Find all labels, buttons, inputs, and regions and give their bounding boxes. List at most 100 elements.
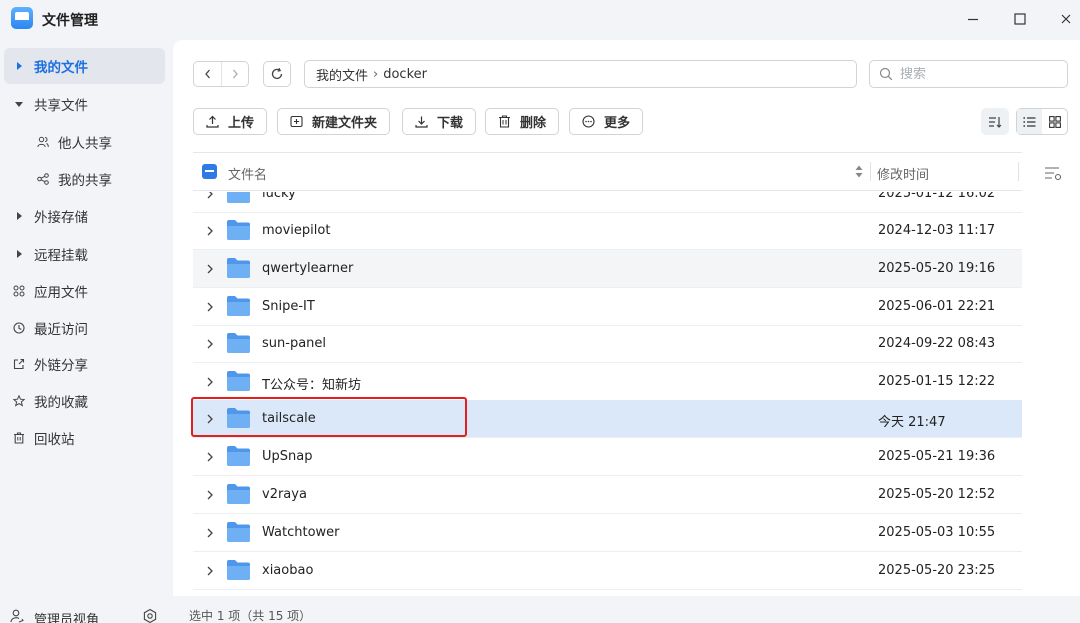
chevron-right-icon — [233, 69, 238, 79]
back-button[interactable] — [194, 62, 221, 86]
chevron-right-icon[interactable] — [206, 301, 214, 313]
column-divider[interactable] — [870, 162, 871, 181]
sidebar-item-label: 我的文件 — [34, 60, 88, 76]
folder-icon — [227, 560, 250, 580]
chevron-right-icon[interactable] — [206, 527, 214, 539]
sidebar-item-my-shares[interactable]: 我的共享 — [4, 161, 165, 197]
chevron-right-icon[interactable] — [206, 338, 214, 350]
column-header-name[interactable]: 文件名 — [228, 164, 267, 183]
sidebar-item-recent[interactable]: 最近访问 — [4, 310, 165, 346]
chevron-right-icon[interactable] — [206, 451, 214, 463]
sidebar-item-link-share[interactable]: 外链分享 — [4, 346, 165, 382]
sidebar-item-app-files[interactable]: 应用文件 — [4, 273, 165, 309]
upload-icon — [206, 115, 219, 128]
column-settings-icon[interactable] — [1044, 165, 1062, 181]
new-folder-button[interactable]: 新建文件夹 — [277, 108, 391, 135]
file-modified: 2025-01-15 12:22 — [878, 374, 996, 389]
sidebar-item-external-storage[interactable]: 外接存储 — [4, 198, 165, 234]
file-name[interactable]: UpSnap — [262, 449, 312, 464]
table-row[interactable]: Watchtower 2025-05-03 10:55 — [193, 514, 1022, 552]
table-row[interactable]: UpSnap 2025-05-21 19:36 — [193, 438, 1022, 476]
chevron-right-icon[interactable] — [206, 192, 214, 200]
sidebar-item-label: 远程挂载 — [34, 248, 88, 264]
column-divider[interactable] — [1018, 162, 1019, 181]
file-name[interactable]: Snipe-IT — [262, 299, 315, 314]
sort-icon — [989, 116, 1002, 128]
folder-icon — [227, 371, 250, 391]
view-toggle — [1016, 108, 1068, 135]
sort-button[interactable] — [981, 108, 1009, 135]
upload-button[interactable]: 上传 — [193, 108, 268, 135]
file-name[interactable]: T公众号：知新坊 — [262, 374, 361, 393]
chevron-right-icon[interactable] — [206, 565, 214, 577]
sidebar-item-label: 他人共享 — [58, 136, 112, 152]
folder-icon — [227, 522, 250, 542]
app-logo-icon — [11, 7, 33, 29]
refresh-button[interactable] — [263, 61, 291, 87]
select-all-checkbox[interactable] — [202, 164, 217, 179]
caret-right-icon — [8, 212, 30, 220]
file-modified: 2025-06-01 22:21 — [878, 299, 996, 314]
folder-icon — [227, 220, 250, 240]
file-name[interactable]: moviepilot — [262, 223, 330, 238]
chevron-right-icon[interactable] — [206, 376, 214, 388]
history-nav — [193, 61, 249, 87]
download-button[interactable]: 下载 — [402, 108, 477, 135]
table-row[interactable]: Snipe-IT 2025-06-01 22:21 — [193, 288, 1022, 326]
list-view-icon — [1023, 116, 1036, 127]
new-folder-icon — [290, 115, 303, 128]
file-name[interactable]: sun-panel — [262, 336, 326, 351]
breadcrumb-current[interactable]: docker — [383, 67, 427, 82]
chevron-right-icon[interactable] — [206, 263, 214, 275]
file-modified: 2025-05-03 10:55 — [878, 525, 996, 540]
folder-icon — [227, 333, 250, 353]
caret-right-icon — [8, 250, 30, 258]
forward-button[interactable] — [221, 62, 248, 86]
table-row[interactable]: lucky 2025-01-12 16:02 — [193, 192, 1022, 213]
file-name[interactable]: Watchtower — [262, 525, 340, 540]
file-name[interactable]: v2raya — [262, 487, 307, 502]
sidebar-item-my-files[interactable]: 我的文件 — [4, 48, 165, 84]
table-row[interactable]: T公众号：知新坊 2025-01-15 12:22 — [193, 363, 1022, 401]
table-row[interactable]: sun-panel 2024-09-22 08:43 — [193, 325, 1022, 363]
admin-view-label[interactable]: 管理员视角 — [34, 609, 99, 623]
table-row[interactable]: v2raya 2025-05-20 12:52 — [193, 476, 1022, 514]
refresh-icon — [271, 67, 283, 80]
file-name[interactable]: lucky — [262, 192, 296, 201]
sidebar-footer: 管理员视角 — [0, 603, 172, 623]
delete-button[interactable]: 删除 — [485, 108, 560, 135]
more-button[interactable]: 更多 — [569, 108, 644, 135]
sort-arrows-icon[interactable] — [855, 164, 863, 179]
sidebar-item-recycle-bin[interactable]: 回收站 — [4, 420, 165, 456]
breadcrumb[interactable]: 我的文件 › docker — [304, 60, 857, 88]
table-row[interactable]: qwertylearner 2025-05-20 19:16 — [193, 250, 1022, 288]
status-bar: 选中 1 项（共 15 项） — [189, 609, 312, 623]
chevron-right-icon[interactable] — [206, 489, 214, 501]
sidebar-item-favorites[interactable]: 我的收藏 — [4, 383, 165, 419]
external-link-icon — [8, 358, 30, 370]
search-input[interactable] — [900, 66, 1050, 82]
list-view-button[interactable] — [1017, 109, 1042, 134]
grid-view-button[interactable] — [1042, 109, 1067, 134]
table-row[interactable]: moviepilot 2024-12-03 11:17 — [193, 212, 1022, 250]
sidebar-item-shared-with-me[interactable]: 他人共享 — [4, 124, 165, 160]
column-header-modified[interactable]: 修改时间 — [877, 164, 929, 183]
sidebar-item-label: 回收站 — [34, 432, 75, 448]
table-row[interactable]: xiaobao 2025-05-20 23:25 — [193, 552, 1022, 590]
main-panel: 我的文件 › docker 上传 新建文件夹 下载 删除 更多 — [173, 40, 1080, 596]
sidebar-item-remote-mount[interactable]: 远程挂载 — [4, 236, 165, 272]
breadcrumb-root[interactable]: 我的文件 — [316, 65, 368, 84]
sidebar-item-label: 外接存储 — [34, 210, 88, 226]
sidebar-item-label: 共享文件 — [34, 98, 88, 114]
search-box[interactable] — [869, 60, 1068, 88]
trash-icon — [8, 432, 30, 444]
minimize-icon[interactable] — [962, 8, 984, 30]
chevron-right-icon[interactable] — [206, 225, 214, 237]
close-icon[interactable] — [1055, 8, 1077, 30]
sidebar-item-shared-files[interactable]: 共享文件 — [4, 86, 165, 122]
file-name[interactable]: xiaobao — [262, 563, 313, 578]
gear-icon[interactable] — [142, 608, 158, 623]
maximize-icon[interactable] — [1009, 8, 1031, 30]
file-name[interactable]: qwertylearner — [262, 261, 353, 276]
folder-icon — [227, 296, 250, 316]
